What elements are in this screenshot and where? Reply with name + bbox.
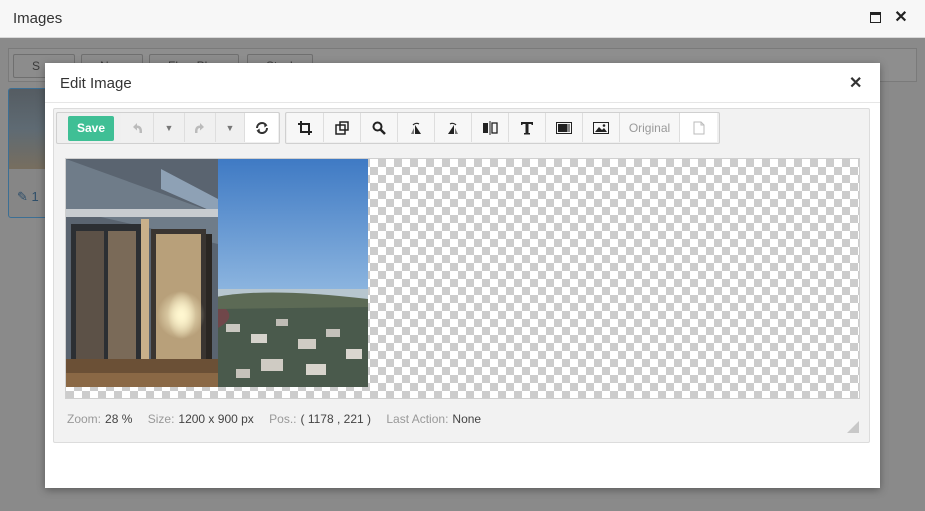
image-canvas[interactable] [65, 158, 860, 399]
position-value: ( 1178 , 221 ) [300, 412, 372, 426]
maximize-icon[interactable] [868, 11, 882, 25]
save-button[interactable]: Save [68, 116, 114, 141]
size-label: Size: [147, 412, 175, 426]
dialog-title: Edit Image [60, 75, 132, 92]
zoom-icon[interactable] [361, 113, 398, 142]
original-label[interactable]: Original [620, 113, 680, 142]
size-value: 1200 x 900 px [178, 412, 254, 426]
reset-icon[interactable] [245, 113, 278, 142]
image-editor: Save ▼ ▼ Original Zoom: 28 % Size: 1200 … [53, 108, 870, 443]
dialog-header: Edit Image ✕ [45, 63, 880, 103]
crop-icon[interactable] [287, 113, 324, 142]
text-icon[interactable] [509, 113, 546, 142]
original-file-icon[interactable] [680, 113, 717, 142]
flip-icon[interactable] [472, 113, 509, 142]
image-overlay-icon[interactable] [583, 113, 620, 142]
dropdown-caret-icon[interactable]: ▼ [154, 113, 185, 142]
last-action-value: None [452, 412, 482, 426]
dropdown-caret-icon[interactable]: ▼ [216, 113, 245, 142]
redo-icon[interactable] [185, 113, 216, 142]
resize-icon[interactable] [324, 113, 361, 142]
close-icon[interactable]: ✕ [849, 73, 862, 93]
position-label: Pos.: [269, 412, 297, 426]
original-text: Original [628, 120, 671, 135]
thumbnail-image [9, 89, 47, 169]
zoom-value: 28 % [105, 412, 133, 426]
close-icon[interactable]: ✕ [894, 10, 908, 26]
status-bar: Zoom: 28 % Size: 1200 x 900 px Pos.:( 1178… [67, 412, 493, 426]
edited-photo [66, 159, 368, 387]
rotate-left-icon[interactable] [398, 113, 435, 142]
edit-image-dialog: Edit Image ✕ Save ▼ ▼ Original Zoom: 28 … [45, 63, 880, 488]
filter-icon[interactable] [546, 113, 583, 142]
undo-icon[interactable] [121, 113, 154, 142]
rotate-right-icon[interactable] [435, 113, 472, 142]
last-action-label: Last Action: [386, 412, 449, 426]
thumbnail-label: 1 [31, 189, 39, 204]
window-title: Images [13, 10, 63, 27]
resize-grip-icon[interactable] [847, 421, 859, 433]
background-thumbnail: ✎ 1 [8, 88, 48, 218]
pencil-icon: ✎ 1 [17, 189, 39, 204]
window-titlebar: Images ✕ [0, 0, 925, 38]
zoom-label: Zoom: [67, 412, 102, 426]
